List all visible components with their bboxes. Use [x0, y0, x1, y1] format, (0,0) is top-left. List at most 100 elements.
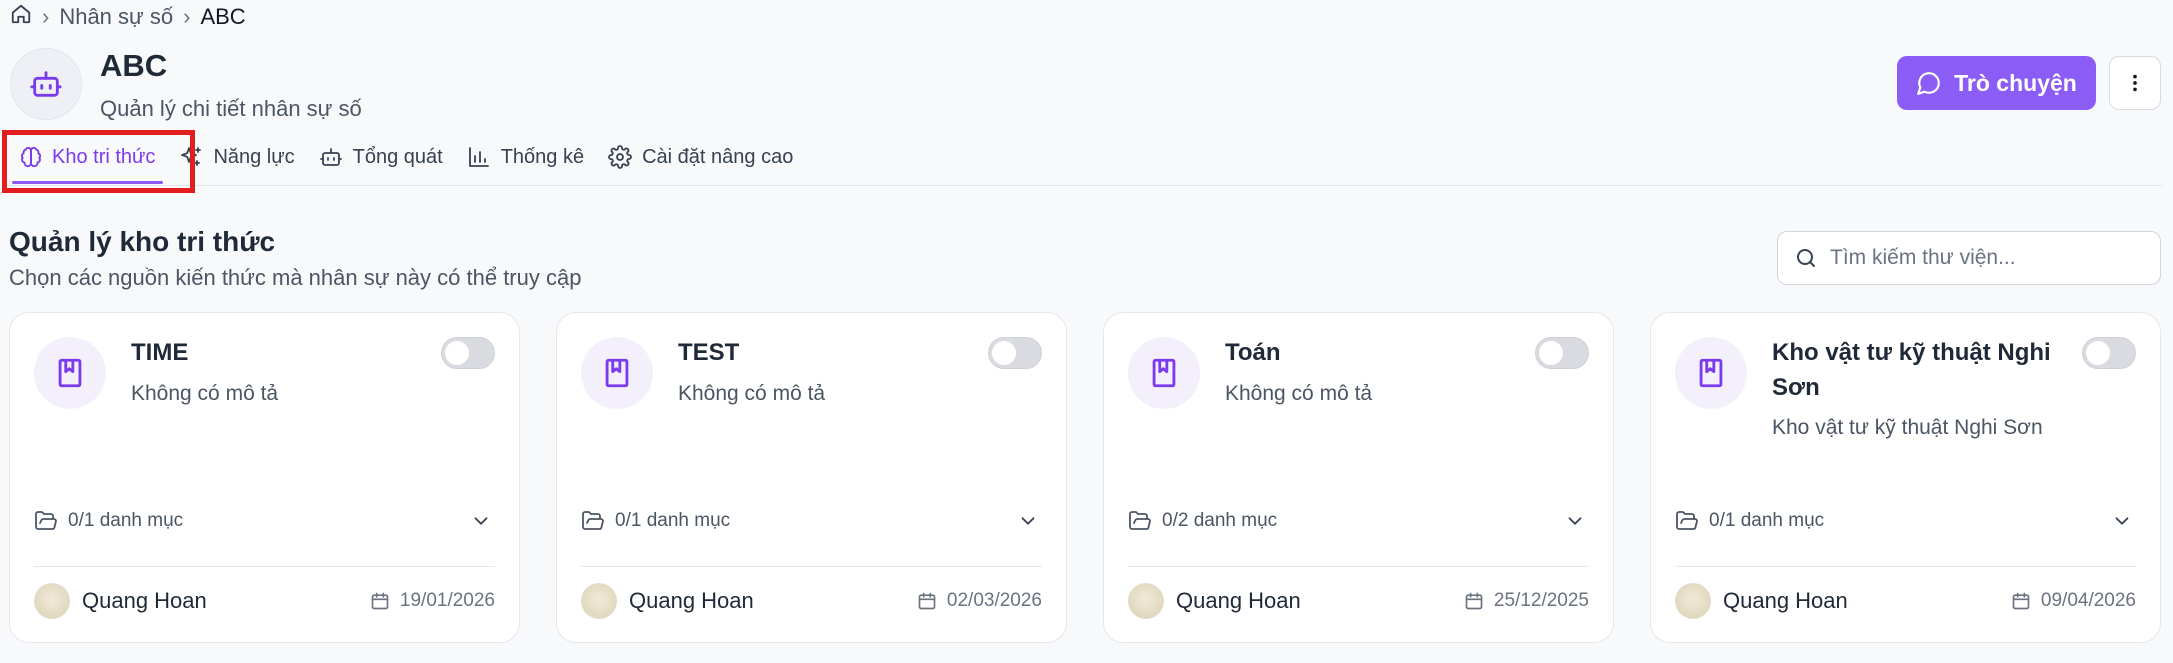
- card-divider: [1128, 566, 1589, 567]
- card-description: Không có mô tả: [1225, 382, 1373, 405]
- folder-open-icon: [582, 511, 604, 530]
- card-description: Không có mô tả: [131, 382, 279, 405]
- category-count: 0/1 danh mục: [1675, 509, 1824, 533]
- folder-open-icon: [1129, 511, 1151, 530]
- bar-chart-icon: [468, 147, 489, 167]
- tab-label: Thống kê: [500, 145, 585, 168]
- book-icon: [1152, 358, 1176, 388]
- created-date: 19/01/2026: [370, 590, 495, 612]
- breadcrumb-current: ABC: [200, 4, 246, 29]
- owner-name: Quang Hoan: [1176, 588, 1301, 613]
- category-count-label: 0/1 danh mục: [615, 510, 731, 531]
- expand-button[interactable]: [1563, 509, 1587, 533]
- breadcrumb-link[interactable]: Nhân sự số: [59, 4, 173, 30]
- category-count: 0/1 danh mục: [581, 509, 730, 533]
- page-subtitle: Quản lý chi tiết nhân sự số: [100, 96, 362, 121]
- category-count: 0/2 danh mục: [1128, 509, 1277, 533]
- expand-button[interactable]: [2110, 509, 2134, 533]
- tab-label: Cài đặt nâng cao: [642, 145, 794, 168]
- created-date: 02/03/2026: [917, 590, 1042, 612]
- breadcrumb: › Nhân sự số › ABC: [10, 4, 246, 30]
- owner: Quang Hoan: [1675, 583, 1848, 619]
- owner: Quang Hoan: [34, 583, 207, 619]
- date-label: 19/01/2026: [399, 590, 495, 611]
- owner-name: Quang Hoan: [629, 588, 754, 613]
- card-title: Kho vật tư kỹ thuật Nghi Sơn: [1772, 339, 2051, 401]
- knowledge-card: Toán Không có mô tả 0/2 danh mục Quang H…: [1103, 312, 1614, 643]
- tab-statistics[interactable]: Thống kê: [455, 130, 596, 184]
- section-title: Quản lý kho tri thức: [9, 226, 276, 257]
- calendar-icon: [918, 592, 936, 610]
- category-count-label: 0/1 danh mục: [68, 510, 184, 531]
- owner: Quang Hoan: [1128, 583, 1301, 619]
- enable-toggle[interactable]: [988, 337, 1042, 369]
- expand-button[interactable]: [469, 509, 493, 533]
- page-title: ABC: [100, 48, 168, 83]
- home-icon[interactable]: [10, 3, 32, 31]
- owner-avatar: [581, 583, 617, 619]
- card-description: Không có mô tả: [678, 382, 826, 405]
- card-icon-wrapper: [34, 337, 106, 409]
- category-count-label: 0/1 danh mục: [1709, 510, 1825, 531]
- card-divider: [581, 566, 1042, 567]
- bot-icon: [319, 148, 342, 166]
- created-date: 09/04/2026: [2011, 590, 2136, 612]
- tab-advanced-settings[interactable]: Cài đặt nâng cao: [596, 130, 805, 184]
- search-input[interactable]: [1830, 246, 2150, 270]
- folder-open-icon: [35, 511, 57, 530]
- gear-icon: [608, 145, 632, 169]
- owner: Quang Hoan: [581, 583, 754, 619]
- more-options-button[interactable]: [2109, 56, 2161, 110]
- search-icon: [1797, 249, 1815, 267]
- knowledge-card: Kho vật tư kỹ thuật Nghi Sơn Kho vật tư …: [1650, 312, 2161, 643]
- enable-toggle[interactable]: [2082, 337, 2136, 369]
- date-label: 02/03/2026: [946, 590, 1042, 611]
- card-icon-wrapper: [581, 337, 653, 409]
- created-date: 25/12/2025: [1464, 590, 1589, 612]
- chevron-down-icon: [1568, 517, 1582, 525]
- book-icon: [1699, 358, 1723, 388]
- card-icon-wrapper: [1675, 337, 1747, 409]
- enable-toggle[interactable]: [1535, 337, 1589, 369]
- book-icon: [605, 358, 629, 388]
- chevron-down-icon: [2115, 517, 2129, 525]
- card-description: Kho vật tư kỹ thuật Nghi Sơn: [1772, 416, 2043, 439]
- calendar-icon: [1465, 592, 1483, 610]
- calendar-icon: [2012, 592, 2030, 610]
- bot-icon: [30, 71, 62, 97]
- chat-button-label: Trò chuyện: [1954, 69, 2077, 96]
- card-divider: [1675, 566, 2136, 567]
- owner-avatar: [1128, 583, 1164, 619]
- folder-open-icon: [1676, 511, 1698, 530]
- expand-button[interactable]: [1016, 509, 1040, 533]
- tab-overview[interactable]: Tổng quát: [307, 130, 455, 184]
- owner-avatar: [34, 583, 70, 619]
- card-title: TEST: [678, 339, 740, 366]
- section-description: Chọn các nguồn kiến thức mà nhân sự này …: [9, 265, 582, 290]
- knowledge-card: TEST Không có mô tả 0/1 danh mục Quang H…: [556, 312, 1067, 643]
- highlight-box-tab: [2, 130, 195, 193]
- calendar-icon: [371, 592, 389, 610]
- tab-label: Tổng quát: [352, 145, 443, 168]
- tab-label: Năng lực: [213, 145, 295, 168]
- search-box[interactable]: [1777, 231, 2161, 285]
- owner-name: Quang Hoan: [82, 588, 207, 613]
- chevron-down-icon: [1021, 517, 1035, 525]
- chat-button[interactable]: Trò chuyện: [1897, 56, 2096, 110]
- enable-toggle[interactable]: [441, 337, 495, 369]
- chevron-right-icon: ›: [42, 4, 50, 29]
- owner-name: Quang Hoan: [1723, 588, 1848, 613]
- message-circle-icon: [1917, 72, 1940, 95]
- avatar: [10, 48, 82, 120]
- page-header: ABC Quản lý chi tiết nhân sự số: [10, 48, 362, 122]
- chevron-right-icon: ›: [183, 4, 191, 29]
- card-title: TIME: [131, 339, 189, 366]
- card-icon-wrapper: [1128, 337, 1200, 409]
- date-label: 09/04/2026: [2040, 590, 2136, 611]
- date-label: 25/12/2025: [1493, 590, 1589, 611]
- card-title: Toán: [1225, 339, 1281, 366]
- tabs-divider: [8, 185, 2163, 186]
- more-vertical-icon: [2133, 74, 2137, 92]
- knowledge-card: TIME Không có mô tả 0/1 danh mục Quang H…: [9, 312, 520, 643]
- category-count: 0/1 danh mục: [34, 509, 183, 533]
